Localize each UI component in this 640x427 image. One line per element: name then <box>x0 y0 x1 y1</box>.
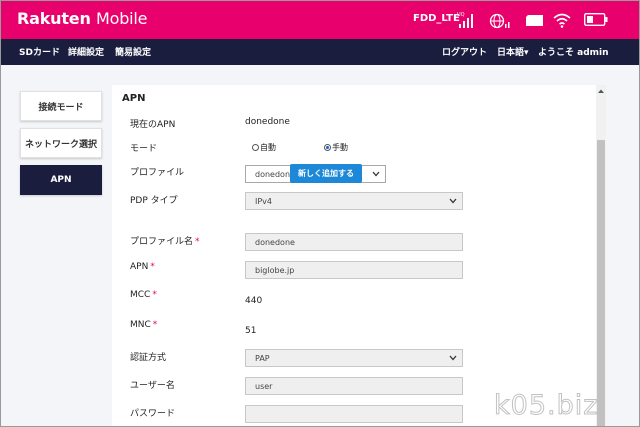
logout-link[interactable]: ログアウト <box>442 45 487 58</box>
watermark: k05.biz <box>493 390 599 422</box>
current-apn-label: 現在のAPN <box>130 120 176 130</box>
roaming-globe-icon <box>489 13 510 29</box>
nav-bar: SDカード 詳細設定 簡易設定 ログアウト 日本語▾ ようこそ admin <box>1 39 639 65</box>
apn-name-field[interactable]: biglobe.jp <box>245 261 463 279</box>
required-mark: * <box>150 262 155 272</box>
nav-basic-settings[interactable]: 簡易設定 <box>115 45 151 58</box>
sidebar-item-connection-mode[interactable]: 接続モード <box>20 91 102 121</box>
required-mark: * <box>152 290 157 300</box>
panel-title: APN <box>122 93 146 104</box>
pdp-type-label: PDP タイプ <box>130 196 178 206</box>
profile-name-label-text: プロファイル名 <box>130 237 194 247</box>
panel-scrollbar[interactable] <box>596 85 606 426</box>
mode-manual-radio[interactable]: 手動 <box>324 142 348 153</box>
pdp-type-select[interactable]: IPv4 <box>245 192 463 210</box>
mcc-label-text: MCC <box>130 290 151 300</box>
sidebar-item-network-selection[interactable]: ネットワーク選択 <box>20 128 102 158</box>
profile-name-label: プロファイル名 * <box>130 234 200 247</box>
profile-label: プロファイル <box>130 168 185 178</box>
mcc-value: 440 <box>245 296 263 306</box>
signal-bars-icon: UQ <box>457 12 473 28</box>
profile-select-value: donedone <box>255 169 295 179</box>
mode-auto-label: 自動 <box>260 143 276 152</box>
chevron-down-icon <box>372 171 380 177</box>
radio-selected-icon <box>324 144 331 151</box>
nav-sd-card[interactable]: SDカード <box>19 45 60 58</box>
required-mark: * <box>152 320 158 330</box>
mcc-label: MCC * <box>130 290 157 300</box>
username-field[interactable]: user <box>245 377 463 395</box>
username-label: ユーザー名 <box>130 381 175 391</box>
mode-label: モード <box>130 144 158 154</box>
welcome-user: ようこそ admin <box>538 48 609 58</box>
language-select[interactable]: 日本語▾ <box>497 45 529 58</box>
chevron-down-icon <box>449 198 457 204</box>
scrollbar-thumb[interactable] <box>597 140 605 426</box>
password-field[interactable] <box>245 405 463 423</box>
mode-manual-label: 手動 <box>332 143 348 152</box>
mode-auto-radio[interactable]: 自動 <box>252 142 276 153</box>
add-new-profile-button[interactable]: 新しく追加する <box>290 164 362 183</box>
apn-name-label-text: APN <box>130 262 149 272</box>
logo: Rakuten Mobile <box>17 9 148 28</box>
app-window: Rakuten Mobile FDD_LTE UQ SDカード 詳細設定 簡易設… <box>0 0 640 427</box>
top-header: Rakuten Mobile FDD_LTE UQ <box>1 1 639 39</box>
username-value: user <box>255 381 273 391</box>
scroll-up-arrow-icon[interactable] <box>597 88 605 94</box>
auth-method-select[interactable]: PAP <box>245 349 463 367</box>
chevron-down-icon <box>449 355 457 361</box>
current-apn-value: donedone <box>245 117 290 127</box>
apn-name-label: APN * <box>130 262 155 272</box>
auth-method-label: 認証方式 <box>130 353 167 363</box>
radio-circle-icon <box>252 144 259 151</box>
battery-icon <box>584 13 608 26</box>
pdp-type-value: IPv4 <box>255 196 273 206</box>
svg-text:UQ: UQ <box>457 12 465 18</box>
logo-product: Mobile <box>96 9 148 28</box>
nav-advanced-settings[interactable]: 詳細設定 <box>68 45 104 58</box>
mnc-label: MNC * <box>130 320 157 330</box>
apn-name-value: biglobe.jp <box>255 265 295 275</box>
password-label: パスワード <box>130 409 176 419</box>
profile-name-field[interactable]: donedone <box>245 233 463 251</box>
network-status: FDD_LTE <box>413 13 460 24</box>
sidebar-item-apn[interactable]: APN <box>20 165 102 195</box>
required-mark: * <box>195 237 200 247</box>
profile-name-value: donedone <box>255 237 295 247</box>
apn-panel: APN 現在のAPN donedone モード 自動 手動 プロファイル don… <box>112 85 596 426</box>
wifi-icon <box>553 13 571 28</box>
sim-card-icon <box>526 15 543 26</box>
mnc-label-text: MNC <box>130 320 151 330</box>
auth-method-value: PAP <box>255 353 270 363</box>
logo-brand: Rakuten <box>17 9 91 28</box>
mnc-value: 51 <box>245 326 257 336</box>
